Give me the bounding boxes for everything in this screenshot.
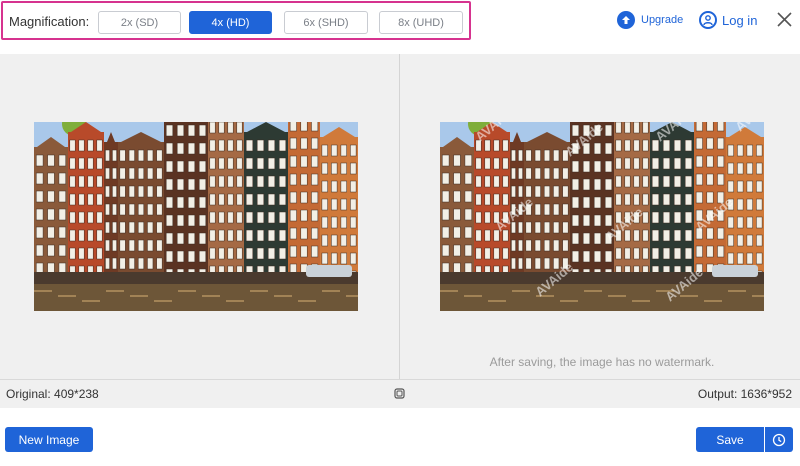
footer: New Image Save (0, 408, 800, 466)
save-button[interactable]: Save (696, 427, 764, 452)
preview-area: AVAide AVAide AVAide AVAide AVAide AVAide AVAi… (0, 54, 800, 379)
magnification-panel: Magnification: 2x (SD) 4x (HD) 6x (SHD) … (1, 1, 471, 40)
close-icon[interactable] (776, 11, 793, 28)
output-watermark-note: After saving, the image has no watermark… (489, 355, 715, 369)
magnification-4x-button[interactable]: 4x (HD) (189, 11, 272, 34)
top-bar: Magnification: 2x (SD) 4x (HD) 6x (SHD) … (0, 0, 800, 54)
output-image-canvas: AVAide AVAide AVAideAVAide AVAide AVAideAVAi… (440, 122, 764, 311)
magnification-6x-button[interactable]: 6x (SHD) (284, 11, 368, 34)
history-button[interactable] (765, 427, 793, 452)
pane-divider[interactable] (399, 54, 400, 379)
original-size: Original: 409*238 (6, 387, 99, 401)
upgrade-label: Upgrade (641, 14, 684, 26)
upgrade-link[interactable]: Upgrade (617, 10, 683, 30)
output-size: Output: 1636*952 (697, 387, 792, 401)
login-label: Log in (722, 12, 758, 28)
new-image-button[interactable]: New Image (5, 427, 93, 452)
arrow-up-circle-icon (617, 11, 635, 29)
clock-icon (772, 433, 786, 446)
output-image: AVAide AVAide AVAide AVAide AVAide AVAide AVAi… (440, 122, 764, 311)
magnification-8x-button[interactable]: 8x (UHD) (379, 11, 463, 34)
original-image-canvas (34, 122, 358, 311)
original-image (34, 122, 358, 311)
login-link[interactable]: Log in (699, 10, 757, 30)
info-bar: Original: 409*238 Output: 1636*952 (0, 379, 800, 408)
magnification-label: Magnification: (9, 14, 90, 29)
compare-icon[interactable] (394, 388, 405, 399)
magnification-2x-button[interactable]: 2x (SD) (98, 11, 181, 34)
user-circle-icon (699, 11, 717, 29)
